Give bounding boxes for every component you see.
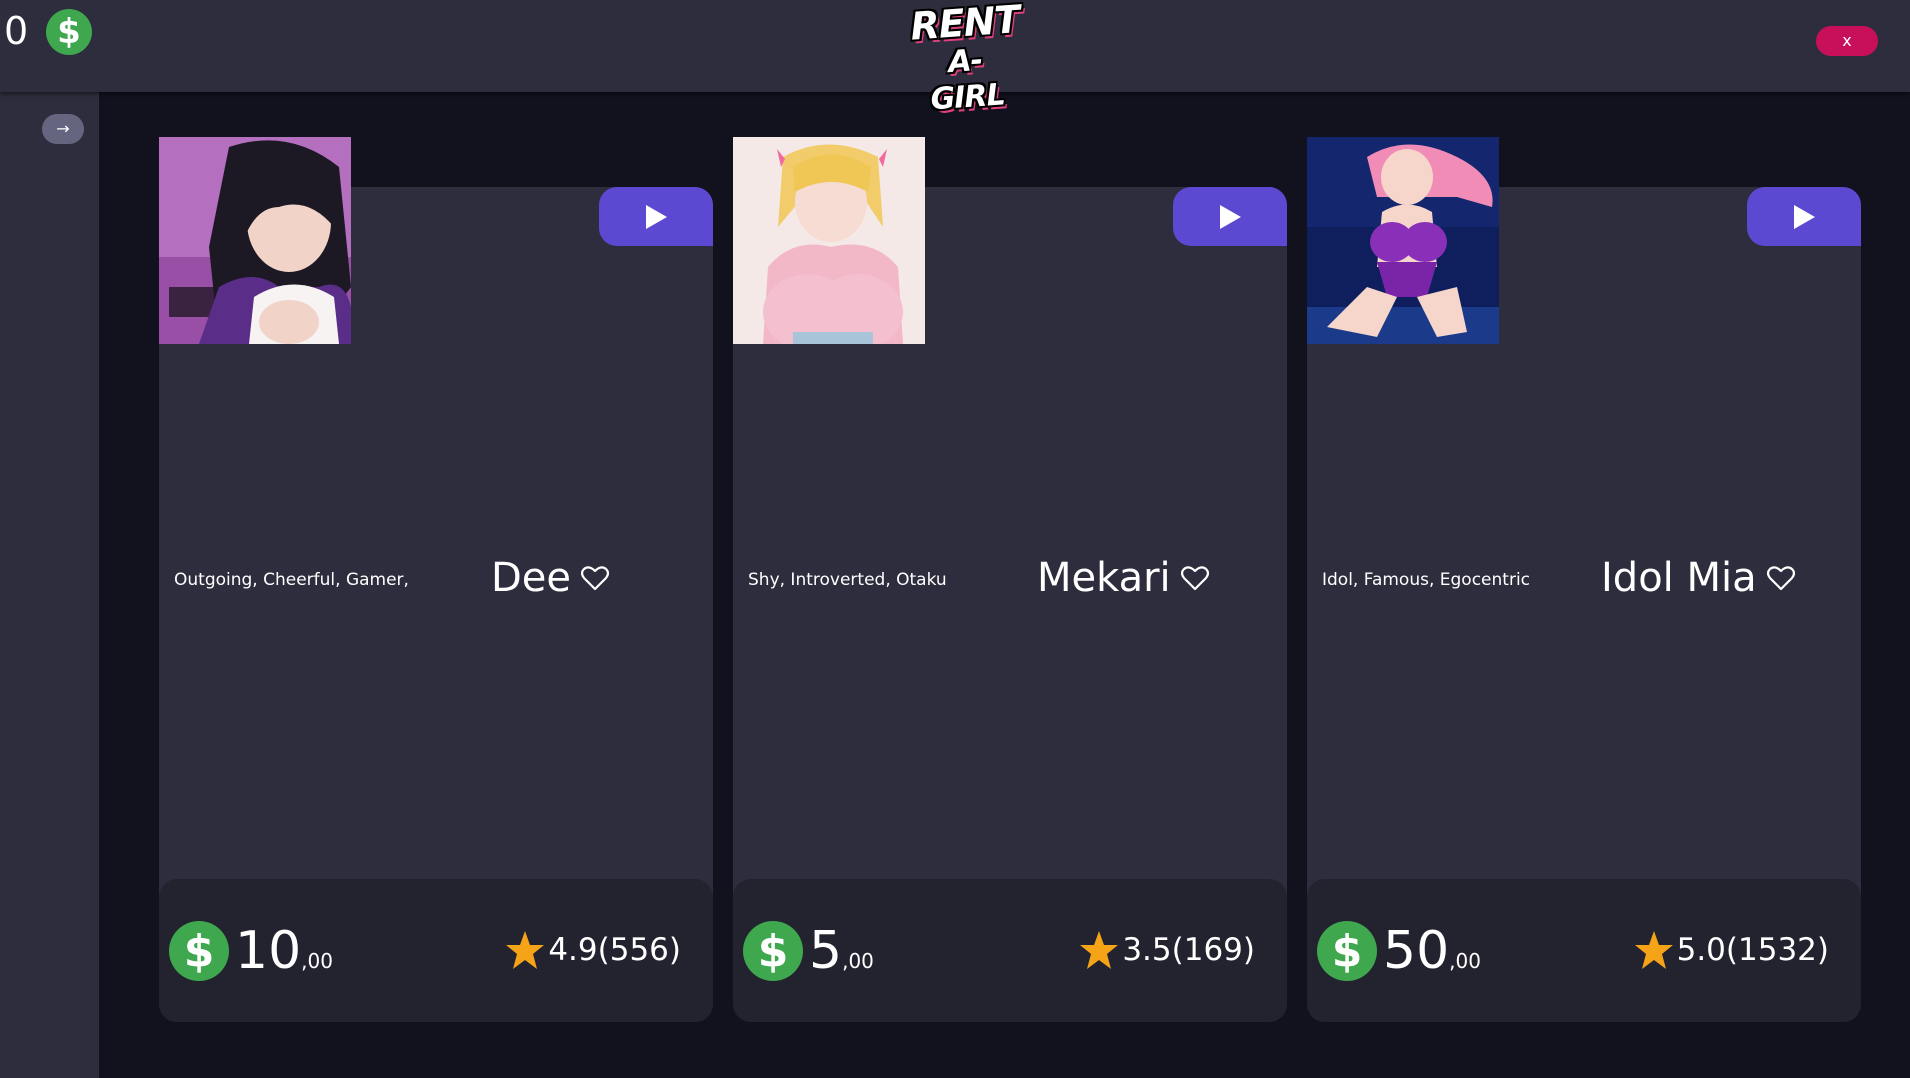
- price-cents: ,00: [301, 949, 333, 973]
- traits-text: Outgoing, Cheerful, Gamer,: [174, 570, 409, 590]
- name-row: Idol Mia: [1601, 555, 1795, 601]
- traits-text: Idol, Famous, Egocentric: [1322, 570, 1531, 590]
- name-row: Dee: [491, 555, 610, 601]
- girl-portrait-dee[interactable]: [159, 137, 351, 344]
- girl-name: Mekari: [1037, 555, 1171, 601]
- sidebar: →: [0, 92, 99, 1078]
- price-cents: ,00: [842, 949, 874, 973]
- heart-outline-icon[interactable]: [581, 565, 610, 591]
- rating: 5.0(1532): [1633, 929, 1829, 971]
- card-footer: $ 5,00 3.5(169): [733, 879, 1287, 1022]
- girl-portrait-idol-mia[interactable]: [1307, 137, 1499, 344]
- girl-portrait-mekari[interactable]: [733, 137, 925, 344]
- sidebar-expand-button[interactable]: →: [42, 114, 84, 144]
- star-icon: [1634, 931, 1673, 969]
- close-button[interactable]: x: [1816, 26, 1878, 56]
- star-icon: [506, 931, 545, 969]
- heart-outline-icon[interactable]: [1180, 565, 1209, 591]
- logo-line-2: A-GIRL: [929, 42, 1006, 118]
- card-footer: $ 50,00 5.0(1532): [1307, 879, 1861, 1022]
- rating-value: 4.9(556): [548, 932, 681, 968]
- rating: 4.9(556): [504, 929, 681, 971]
- card-footer: $ 10,00 4.9(556): [159, 879, 713, 1022]
- rating: 3.5(169): [1078, 929, 1255, 971]
- star-icon: [1080, 931, 1119, 969]
- balance-amount: 0: [4, 9, 29, 53]
- price: 10,00: [235, 921, 333, 981]
- top-bar: 0 $ RENT A-GIRL x: [0, 0, 1910, 117]
- dollar-coin-icon: $: [1317, 921, 1377, 981]
- girl-name: Idol Mia: [1601, 555, 1757, 601]
- play-icon: [646, 204, 667, 229]
- play-button[interactable]: [1173, 187, 1287, 246]
- girl-name: Dee: [491, 555, 572, 601]
- rating-value: 3.5(169): [1122, 932, 1255, 968]
- dollar-coin-icon: $: [743, 921, 803, 981]
- heart-outline-icon[interactable]: [1766, 565, 1795, 591]
- price: 50,00: [1383, 921, 1481, 981]
- price-main: 50: [1383, 921, 1450, 981]
- dollar-coin-icon: $: [46, 9, 92, 55]
- play-button[interactable]: [599, 187, 713, 246]
- play-icon: [1220, 204, 1241, 229]
- play-icon: [1794, 204, 1815, 229]
- rating-value: 5.0(1532): [1676, 932, 1829, 968]
- price: 5,00: [809, 921, 874, 981]
- price-main: 5: [809, 921, 843, 981]
- name-row: Mekari: [1037, 555, 1209, 601]
- traits-text: Shy, Introverted, Otaku: [748, 570, 947, 590]
- logo-line-1: RENT: [908, 0, 1021, 49]
- rent-a-girl-logo: RENT A-GIRL: [908, 0, 1021, 117]
- price-cents: ,00: [1449, 949, 1481, 973]
- dollar-coin-icon: $: [169, 921, 229, 981]
- price-main: 10: [235, 921, 302, 981]
- play-button[interactable]: [1747, 187, 1861, 246]
